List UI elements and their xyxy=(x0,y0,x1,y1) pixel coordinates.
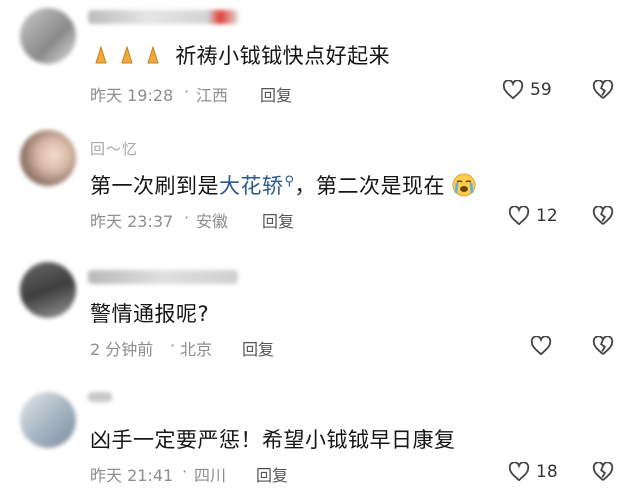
comment-body: 警情通报呢? xyxy=(90,298,209,328)
comment-separator: · xyxy=(184,82,190,101)
broken-heart-icon xyxy=(592,206,614,226)
broken-heart-icon xyxy=(592,80,614,100)
comment-separator: · xyxy=(182,462,188,481)
comment-1: 祈祷小钺钺快点好起来 昨天 19:28 · 江西 回复 59 xyxy=(0,0,637,118)
like-button[interactable]: 12 xyxy=(508,206,558,226)
dislike-button[interactable] xyxy=(592,336,614,356)
comment-text: 祈祷小钺钺快点好起来 xyxy=(175,44,391,68)
comment-text-prefix: 第一次刷到是 xyxy=(90,174,219,198)
comment-4: 凶手一定要严惩！希望小钺钺早日康复 昨天 21:41 · 四川 回复 18 xyxy=(0,378,637,500)
comment-time: 昨天 23:37 xyxy=(90,212,174,231)
comment-separator: · xyxy=(184,208,190,227)
reply-button[interactable]: 回复 xyxy=(256,462,288,486)
comment-text: 凶手一定要严惩！希望小钺钺早日康复 xyxy=(90,428,456,452)
comment-location: 江西 xyxy=(196,86,229,105)
heart-icon xyxy=(530,336,552,356)
comment-separator: · xyxy=(170,336,176,355)
like-count: 12 xyxy=(536,206,558,226)
hashtag-link[interactable]: 大花轿 xyxy=(219,174,284,198)
comment-time: 昨天 21:41 xyxy=(90,466,174,485)
avatar[interactable] xyxy=(20,130,76,186)
username-blurred[interactable] xyxy=(88,270,238,284)
comment-body: 凶手一定要严惩！希望小钺钺早日康复 xyxy=(90,424,456,454)
broken-heart-icon xyxy=(592,336,614,356)
heart-icon xyxy=(502,80,524,100)
loudly-crying-face-icon xyxy=(452,173,476,197)
broken-heart-icon xyxy=(592,462,614,482)
reply-button[interactable]: 回复 xyxy=(242,336,274,360)
like-count: 59 xyxy=(530,80,552,100)
comment-location: 安徽 xyxy=(196,212,229,231)
reply-button[interactable]: 回复 xyxy=(262,208,294,232)
like-button[interactable] xyxy=(530,336,558,356)
search-icon[interactable]: ⚲ xyxy=(285,174,295,189)
avatar[interactable] xyxy=(20,8,76,64)
comment-body: 祈祷小钺钺快点好起来 xyxy=(90,40,390,70)
comment-2: 回～忆 第一次刷到是大花轿⚲，第二次是现在 昨天 23:37 · 安徽 回复 1… xyxy=(0,118,637,248)
comment-text: 警情通报呢? xyxy=(90,302,210,326)
folded-hands-icon xyxy=(90,45,168,67)
comment-author[interactable]: 回～忆 xyxy=(90,138,138,159)
username-blurred[interactable] xyxy=(88,392,112,402)
dislike-button[interactable] xyxy=(592,80,614,100)
comment-3: 警情通报呢? 2 分钟前 · 北京 回复 xyxy=(0,248,637,378)
comment-text-suffix: ，第二次是现在 xyxy=(294,174,446,198)
like-count: 18 xyxy=(536,462,558,482)
comment-location: 四川 xyxy=(194,466,227,485)
reply-button[interactable]: 回复 xyxy=(260,82,292,106)
like-button[interactable]: 59 xyxy=(502,80,552,100)
avatar[interactable] xyxy=(20,262,76,318)
like-button[interactable]: 18 xyxy=(508,462,558,482)
heart-icon xyxy=(508,462,530,482)
dislike-button[interactable] xyxy=(592,206,614,226)
comment-location: 北京 xyxy=(180,340,213,359)
comment-body: 第一次刷到是大花轿⚲，第二次是现在 xyxy=(90,170,476,200)
avatar[interactable] xyxy=(20,392,76,448)
comment-time: 2 分钟前 xyxy=(90,340,154,359)
heart-icon xyxy=(508,206,530,226)
username-blurred[interactable] xyxy=(88,10,238,24)
dislike-button[interactable] xyxy=(592,462,614,482)
comment-time: 昨天 19:28 xyxy=(90,86,174,105)
